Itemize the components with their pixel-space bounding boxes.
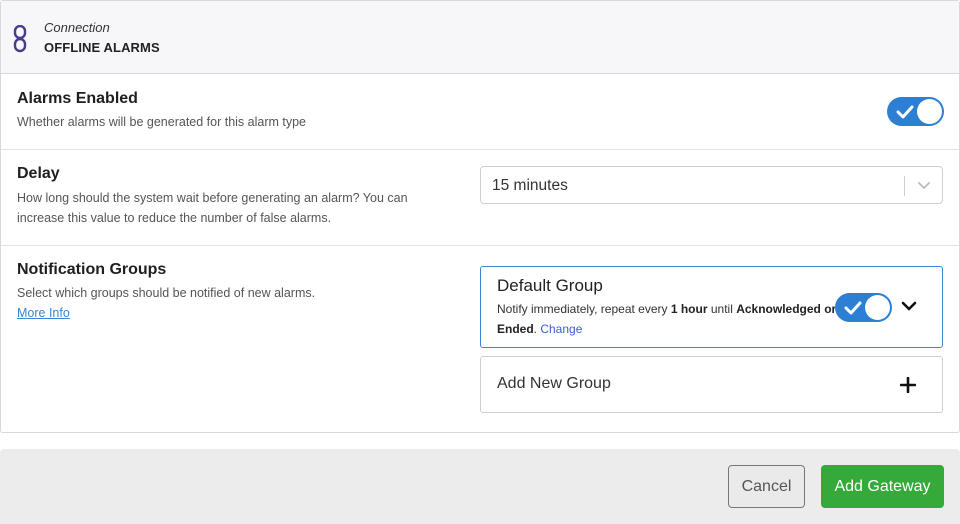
group-desc-prefix: Notify immediately, repeat every	[497, 302, 671, 316]
alarms-enabled-description: Whether alarms will be generated for thi…	[17, 115, 307, 129]
notification-groups-section: Notification Groups Select which groups …	[1, 246, 959, 433]
group-change-link[interactable]: Change	[540, 322, 582, 336]
notification-group-card: Default Group Notify immediately, repeat…	[480, 266, 943, 348]
panel-header: Connection OFFLINE ALARMS	[1, 1, 959, 74]
add-new-group-button[interactable]: Add New Group	[480, 356, 943, 413]
header-subtitle: Connection	[44, 20, 110, 35]
notification-groups-title: Notification Groups	[17, 261, 167, 278]
plus-icon	[900, 377, 916, 393]
check-icon	[896, 105, 914, 119]
group-repeat-interval: 1 hour	[670, 302, 708, 316]
group-description: Notify immediately, repeat every 1 hour …	[497, 299, 837, 339]
delay-section: Delay How long should the system wait be…	[1, 150, 959, 246]
select-separator	[904, 176, 905, 196]
delay-select-value: 15 minutes	[492, 177, 568, 194]
delay-title: Delay	[17, 165, 60, 182]
add-gateway-button[interactable]: Add Gateway	[821, 465, 944, 508]
alarms-enabled-title: Alarms Enabled	[17, 90, 138, 107]
offline-alarms-panel: Connection OFFLINE ALARMS Alarms Enabled…	[0, 0, 960, 433]
check-icon	[844, 301, 862, 315]
delay-select[interactable]: 15 minutes	[480, 166, 943, 204]
chevron-down-icon[interactable]	[901, 300, 917, 312]
add-new-group-label: Add New Group	[497, 375, 611, 392]
more-info-link[interactable]: More Info	[17, 306, 70, 320]
group-enabled-toggle[interactable]	[835, 293, 892, 322]
header-title: OFFLINE ALARMS	[44, 40, 160, 55]
chevron-down-icon	[918, 182, 930, 189]
alarms-enabled-section: Alarms Enabled Whether alarms will be ge…	[1, 75, 959, 150]
dialog-footer: Cancel Add Gateway	[0, 449, 960, 524]
group-desc-mid: until	[707, 302, 737, 316]
cancel-button[interactable]: Cancel	[728, 465, 805, 508]
toggle-knob	[865, 295, 890, 320]
delay-description: How long should the system wait before g…	[17, 191, 408, 225]
link-icon	[13, 25, 27, 53]
group-name: Default Group	[497, 276, 603, 295]
alarms-enabled-toggle[interactable]	[887, 97, 944, 126]
toggle-knob	[917, 99, 942, 124]
notification-groups-description: Select which groups should be notified o…	[17, 286, 316, 300]
